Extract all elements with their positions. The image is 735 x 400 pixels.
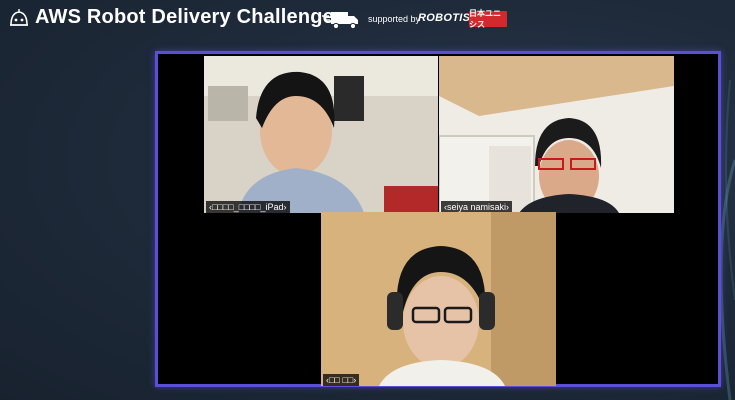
video-call-frame: ‹□□□□_□□□□_iPad› ‹seiya namisaki› ‹□□ □□… <box>155 51 721 387</box>
sponsor-logo-unisys-text: 日本ユニシス <box>469 9 501 29</box>
sponsor-logo-robotis: ROBOTIS <box>418 12 471 24</box>
page-title: AWS Robot Delivery Challenge <box>35 6 334 28</box>
participant-name-label: ‹□□ □□› <box>323 374 360 386</box>
participant-video-1-scene <box>204 56 438 213</box>
participant-video-3[interactable]: ‹□□ □□› <box>321 212 556 386</box>
participant-video-2-scene <box>439 56 674 213</box>
participant-video-1[interactable]: ‹□□□□_□□□□_iPad› <box>204 56 438 213</box>
participant-name-label: ‹□□□□_□□□□_iPad› <box>206 201 290 213</box>
sponsor-logo-unisys: 日本ユニシス <box>469 9 507 29</box>
robot-logo-icon <box>10 9 28 26</box>
participant-video-3-scene <box>321 212 556 386</box>
supported-by-label: supported by <box>368 14 421 24</box>
participant-video-2[interactable]: ‹seiya namisaki› <box>439 56 674 213</box>
delivery-truck-icon <box>322 12 358 30</box>
header-bar: AWS Robot Delivery Challenge supported b… <box>0 0 735 40</box>
